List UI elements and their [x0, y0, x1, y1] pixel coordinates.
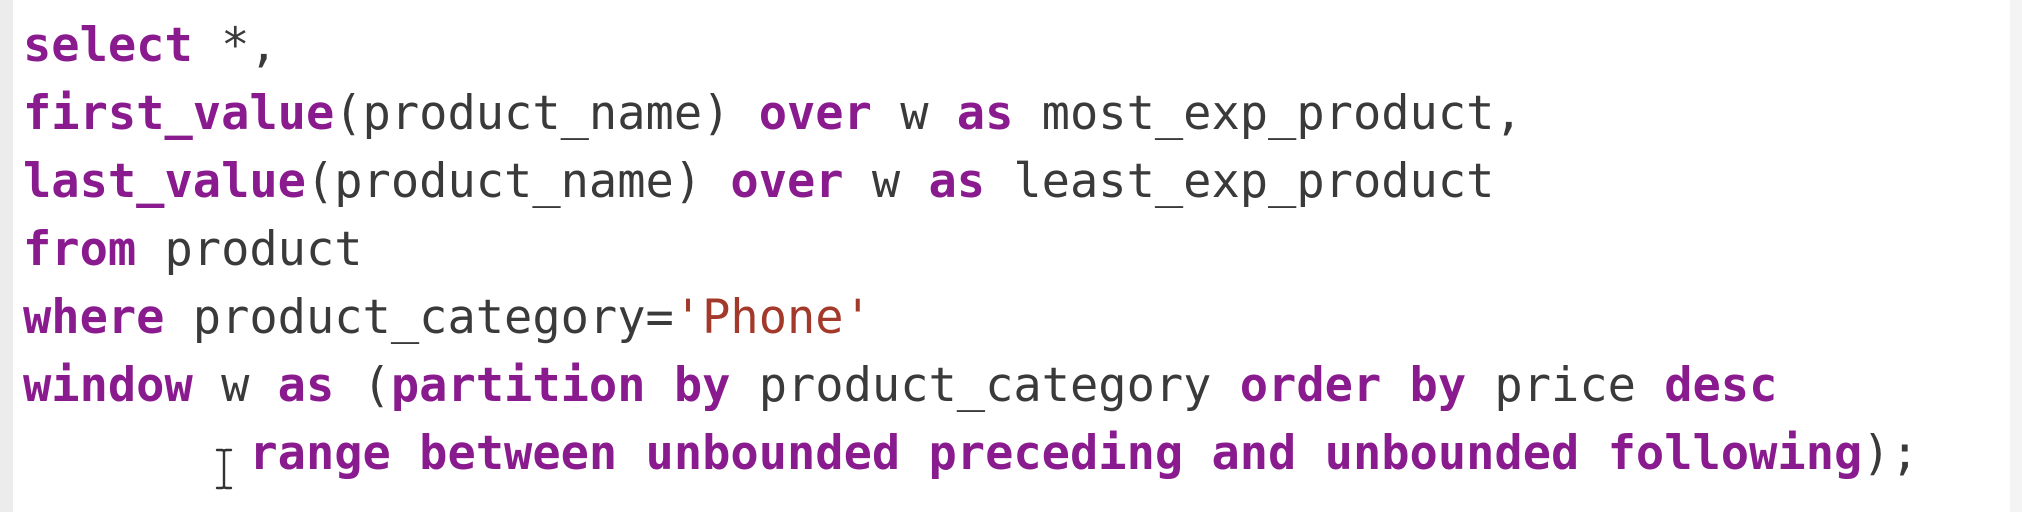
sql-text-token — [646, 358, 674, 413]
sql-text-token: price — [1466, 358, 1665, 413]
code-line[interactable]: last_value(product_name) over w as least… — [23, 148, 1919, 216]
sql-keyword-token: desc — [1664, 358, 1778, 413]
sql-text-token — [1296, 426, 1324, 481]
code-line[interactable]: range between unbounded preceding and un… — [23, 420, 1919, 488]
sql-keyword-token: first_value — [23, 86, 335, 141]
sql-text-token: product_category= — [164, 290, 674, 345]
sql-text-token: w — [843, 154, 929, 209]
sql-text-token: ( — [334, 358, 391, 413]
sql-keyword-token: order — [1239, 358, 1382, 413]
sql-keyword-token: between — [419, 426, 618, 481]
sql-keyword-token: as — [956, 86, 1014, 141]
sql-keyword-token: following — [1607, 426, 1863, 481]
code-line[interactable]: from product — [23, 216, 1919, 284]
sql-keyword-token: where — [23, 290, 165, 345]
code-area[interactable]: select *, first_value(product_name) over … — [23, 12, 1919, 488]
sql-keyword-token: last_value — [23, 154, 306, 209]
sql-keyword-token: and — [1211, 426, 1297, 481]
sql-keyword-token: over — [730, 154, 844, 209]
sql-text-token — [1579, 426, 1607, 481]
sql-text-token: (product_name) — [334, 86, 759, 141]
sql-keyword-token: as — [928, 154, 986, 209]
sql-text-token: least_exp_product — [985, 154, 1495, 209]
sql-keyword-token: partition — [390, 358, 646, 413]
sql-string-token: 'Phone' — [673, 290, 872, 345]
sql-keyword-token: preceding — [928, 426, 1184, 481]
sql-code-editor[interactable]: select *, first_value(product_name) over … — [0, 0, 2022, 512]
sql-text-token: product — [136, 222, 363, 277]
code-line[interactable]: select *, — [23, 12, 1919, 80]
sql-keyword-token: over — [758, 86, 872, 141]
editor-left-gutter — [0, 0, 13, 512]
sql-text-token — [617, 426, 645, 481]
code-line[interactable]: window w as (partition by product_catego… — [23, 352, 1919, 420]
sql-text-token: (product_name) — [305, 154, 731, 209]
sql-keyword-token: range — [249, 426, 391, 481]
i-beam-cursor-icon — [215, 448, 233, 490]
sql-text-token — [1381, 358, 1409, 413]
sql-keyword-token: by — [1409, 358, 1467, 413]
sql-text-token: product_category — [730, 358, 1240, 413]
sql-keyword-token: by — [673, 358, 731, 413]
sql-text-token — [1183, 426, 1211, 481]
sql-text-token: w — [871, 86, 957, 141]
code-line[interactable]: first_value(product_name) over w as most… — [23, 80, 1919, 148]
editor-right-edge — [2010, 0, 2022, 512]
sql-keyword-token: as — [277, 358, 335, 413]
sql-text-token: w — [192, 358, 278, 413]
sql-keyword-token: window — [23, 358, 193, 413]
sql-keyword-token: unbounded — [645, 426, 901, 481]
sql-text-token: *, — [192, 18, 278, 73]
sql-keyword-token: unbounded — [1324, 426, 1580, 481]
code-line[interactable]: where product_category='Phone' — [23, 284, 1919, 352]
sql-text-token — [391, 426, 419, 481]
sql-keyword-token: select — [23, 18, 193, 73]
sql-keyword-token: from — [23, 222, 137, 277]
sql-text-token: most_exp_product, — [1013, 86, 1523, 141]
sql-text-token — [900, 426, 928, 481]
sql-text-token: ); — [1862, 426, 1919, 481]
